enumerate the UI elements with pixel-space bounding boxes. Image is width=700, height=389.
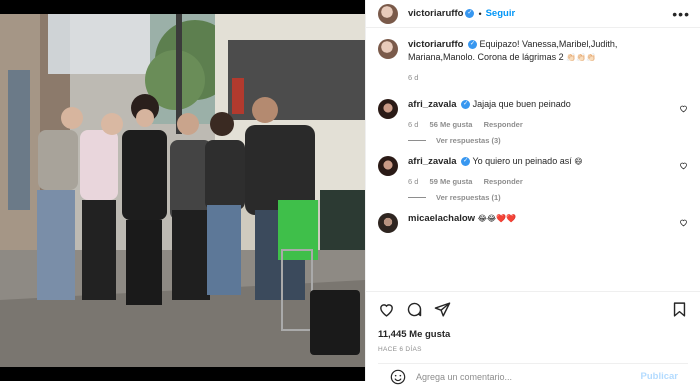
comment-icon[interactable]: [406, 301, 423, 318]
post-photo-image: [0, 0, 365, 381]
avatar[interactable]: [378, 39, 398, 59]
separator-dot: •: [478, 8, 482, 19]
share-icon[interactable]: [434, 301, 451, 318]
caption-emojis: 👏🏻👏🏻👏🏻: [566, 53, 596, 62]
caption-time: 6 d: [408, 73, 419, 82]
publish-button[interactable]: Publicar: [641, 371, 679, 382]
comment-text: Jajaja que buen peinado: [472, 99, 571, 109]
comment-item: afri_zavala ✓ Jajaja que buen peinado 6 …: [378, 98, 688, 129]
verified-icon: ✓: [461, 100, 471, 110]
avatar[interactable]: [378, 99, 398, 119]
instagram-post: victoriaruffo ✓ • Seguir ••• victoriaruf…: [0, 0, 700, 384]
comment-item: micaelachalow 😂😂❤️❤️: [378, 212, 688, 233]
view-replies-button[interactable]: Ver respuestas (1): [408, 193, 688, 202]
comment-meta: 6 d 59 Me gusta Responder: [408, 177, 670, 186]
add-comment-bar: Publicar: [378, 363, 688, 389]
avatar[interactable]: [378, 156, 398, 176]
verified-icon: ✓: [461, 157, 471, 167]
post-header: victoriaruffo ✓ • Seguir •••: [366, 0, 700, 28]
comment-meta: 6 d 56 Me gusta Responder: [408, 120, 670, 129]
more-horizontal-icon[interactable]: •••: [672, 6, 690, 22]
comment-username[interactable]: afri_zavala: [408, 156, 457, 167]
replies-line: [408, 140, 426, 141]
replies-line: [408, 197, 426, 198]
reply-button[interactable]: Responder: [484, 120, 523, 129]
heart-icon[interactable]: [378, 301, 395, 318]
comment-emoji: 😂😂❤️❤️: [477, 214, 517, 223]
comment-item: afri_zavala ✓ Yo quiero un peinado así 😄…: [378, 155, 688, 186]
post-time[interactable]: HACE 6 DÍAS: [378, 346, 688, 353]
post-sidebar: victoriaruffo ✓ • Seguir ••• victoriaruf…: [365, 0, 700, 384]
post-photo[interactable]: [0, 0, 365, 381]
comment-time: 6 d: [408, 177, 419, 186]
likes-count[interactable]: 11,445 Me gusta: [378, 329, 688, 340]
verified-icon: ✓: [467, 40, 477, 50]
view-replies-label[interactable]: Ver respuestas (3): [436, 136, 501, 145]
caption: victoriaruffo ✓ Equipazo! Vanessa,Maribe…: [378, 38, 688, 82]
heart-icon[interactable]: [679, 104, 688, 113]
reply-button[interactable]: Responder: [484, 177, 523, 186]
bookmark-icon[interactable]: [671, 301, 688, 318]
comment-username[interactable]: micaelachalow: [408, 213, 475, 224]
comment-username[interactable]: afri_zavala: [408, 99, 457, 110]
comment-likes[interactable]: 59 Me gusta: [430, 177, 473, 186]
avatar[interactable]: [378, 213, 398, 233]
view-replies-button[interactable]: Ver respuestas (3): [408, 136, 688, 145]
view-replies-label[interactable]: Ver respuestas (1): [436, 193, 501, 202]
post-actions: 11,445 Me gusta HACE 6 DÍAS Publicar: [366, 291, 700, 384]
action-icons: [378, 301, 688, 318]
caption-username[interactable]: victoriaruffo: [408, 39, 463, 50]
author-username[interactable]: victoriaruffo: [408, 8, 463, 19]
comment-likes[interactable]: 56 Me gusta: [430, 120, 473, 129]
comment-text: Yo quiero un peinado así: [472, 156, 572, 166]
follow-button[interactable]: Seguir: [486, 8, 516, 19]
comments-list[interactable]: victoriaruffo ✓ Equipazo! Vanessa,Maribe…: [366, 28, 700, 291]
heart-icon[interactable]: [679, 161, 688, 170]
heart-icon[interactable]: [679, 218, 688, 227]
avatar[interactable]: [378, 3, 398, 24]
verified-icon: ✓: [465, 9, 475, 18]
comment-input[interactable]: [416, 371, 641, 382]
caption-meta: 6 d: [408, 73, 670, 82]
comment-emoji: 😄: [574, 157, 583, 166]
comment-time: 6 d: [408, 120, 419, 129]
emoji-icon[interactable]: [390, 369, 406, 385]
